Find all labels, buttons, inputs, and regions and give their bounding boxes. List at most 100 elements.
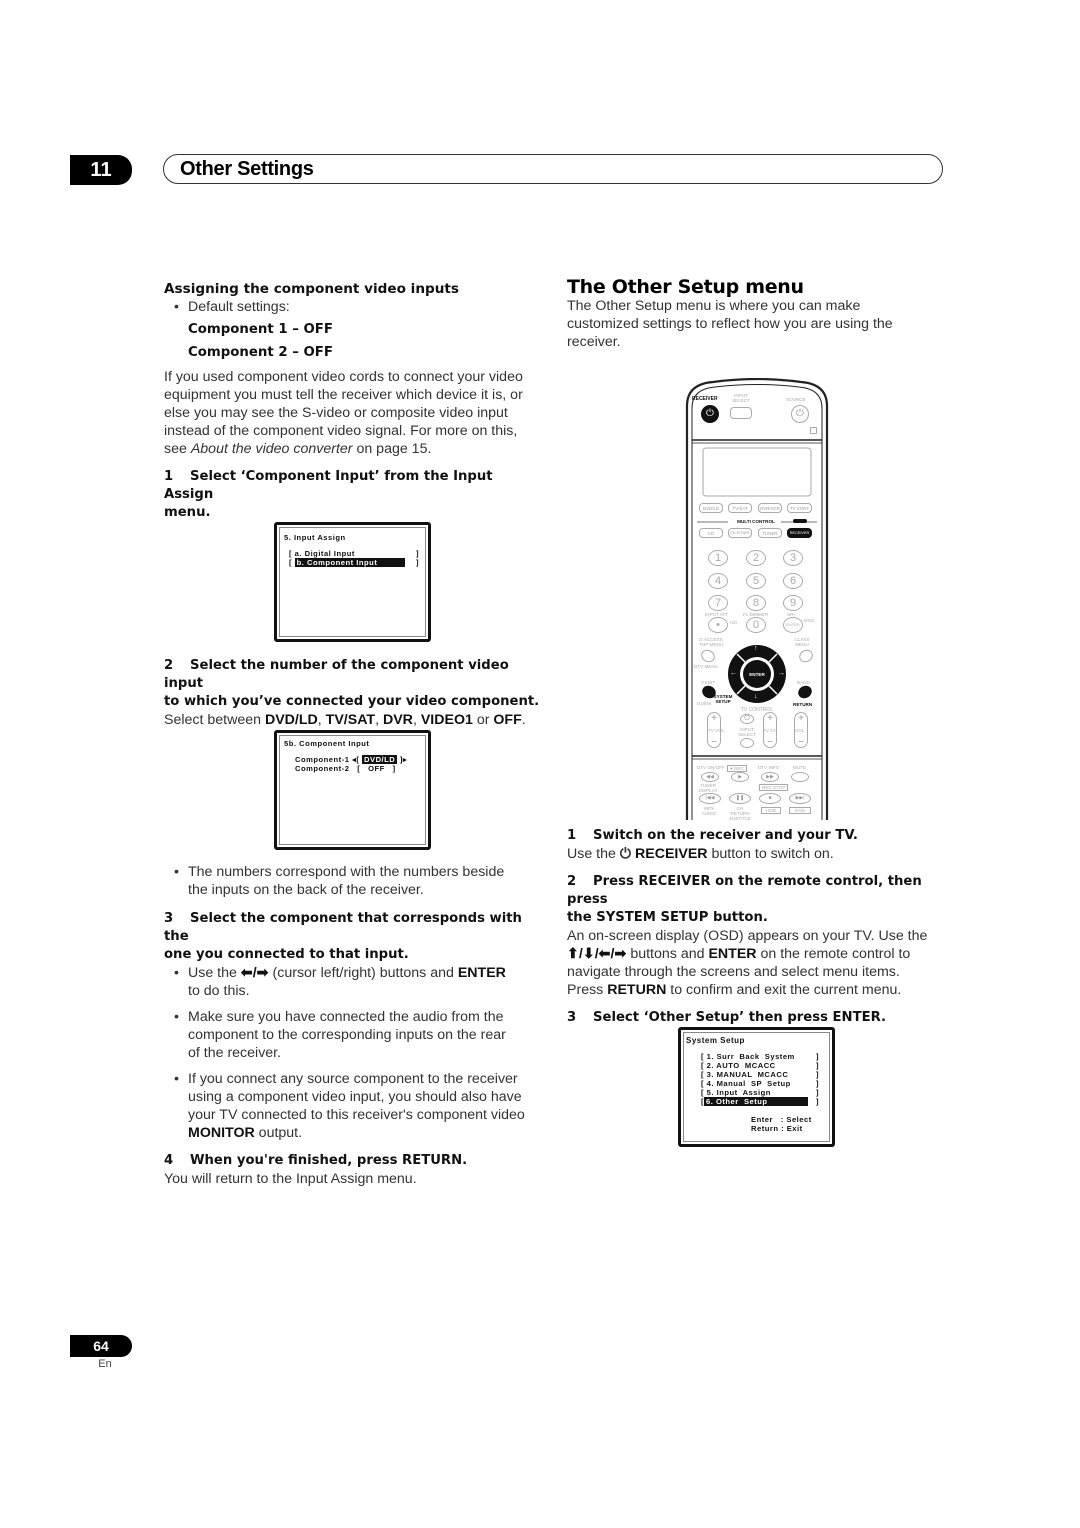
intro-line: If you used component video cords to con… [164, 369, 523, 385]
play-icon: ▶ [738, 774, 742, 780]
default-settings-bullet: Default settings: [164, 298, 544, 316]
option-dvr: DVR [382, 712, 413, 728]
step-text: Select ‘Other Setup’ then press ENTER. [593, 1010, 886, 1025]
osd-row-component-1[interactable]: Component-1 ◂[ DVD/LD ]▸ [295, 755, 407, 764]
step-3-heading: 3 Select ‘Other Setup’ then press ENTER. [567, 1009, 952, 1027]
cd-r-tape-button[interactable]: CD-R/TAPE [728, 528, 752, 538]
digit-0-button[interactable]: 0 [746, 617, 766, 633]
step-text: Select ‘Component Input’ from the Input … [164, 469, 493, 502]
digit-6-button[interactable]: 6 [783, 573, 803, 589]
band-label: BAND [797, 680, 810, 685]
source-label: SOURCE [786, 397, 806, 402]
osd-menu-item[interactable]: [ a. Digital Input] [289, 549, 419, 558]
arrow-right-icon[interactable]: ▸ [403, 755, 407, 764]
dvr-vcr-button[interactable]: DVR/VCR [758, 503, 782, 513]
source-power-button[interactable]: ⏻ [791, 405, 809, 423]
osd-menu-item[interactable]: [ 4. Manual SP Setup] [701, 1079, 819, 1088]
osd-menu-item[interactable]: [ 5. Input Assign] [701, 1088, 819, 1097]
step-1-heading: 1 Select ‘Component Input’ from the Input… [164, 468, 544, 522]
mute-label: MUTE [793, 765, 807, 770]
osd-menu-item[interactable]: [ 2. AUTO MCACC] [701, 1061, 819, 1070]
tv-sat-button[interactable]: TV/SAT [728, 503, 752, 513]
pause-button[interactable]: ❚❚ [729, 793, 751, 804]
dot-button[interactable]: • [708, 617, 728, 633]
section-heading: Assigning the component video inputs [164, 281, 460, 297]
cursor-up-icon[interactable]: ↑ [754, 645, 758, 652]
osd-item-label: 4. Manual SP Setup [706, 1079, 791, 1088]
osd-title: 5b. Component Input [284, 739, 370, 748]
osd-title: System Setup [686, 1036, 745, 1045]
step-text: one you connected to that input. [164, 947, 409, 962]
mute-button[interactable] [791, 772, 809, 782]
tv-input-select-button[interactable] [740, 738, 754, 748]
system-setup-label: SYSTEM SETUP [713, 694, 733, 704]
digit-8-button[interactable]: 8 [746, 595, 766, 611]
intro-line: instead of the component video signal. F… [164, 423, 518, 439]
osd-row-component-2[interactable]: Component-2 [ OFF ] [295, 764, 396, 773]
enter-button[interactable]: ENTER [747, 672, 767, 677]
digit-2-button[interactable]: 2 [746, 550, 766, 566]
enter-keyword: ENTER [708, 946, 757, 962]
tuner-display-label: TUNER DISPLAY [698, 783, 718, 793]
intro-see: see [164, 441, 191, 457]
next-button[interactable]: ▶▶| [789, 793, 811, 804]
osd-menu-item[interactable]: [ 1. Surr Back System] [701, 1052, 819, 1061]
arrow-left-icon[interactable]: ◂ [352, 755, 356, 764]
digit-9-button[interactable]: 9 [783, 595, 803, 611]
osd-menu-item-selected[interactable]: [ b. Component Input] [289, 558, 419, 567]
tv-input-select-label: INPUT SELECT [738, 727, 756, 737]
rewind-icon: ◀◀ [706, 774, 714, 780]
digit-5-button[interactable]: 5 [746, 573, 766, 589]
receiver-power-button[interactable]: ⏻ [701, 405, 719, 423]
hdd-label: HDD [761, 807, 781, 814]
osd-item-label: b. Component Input [294, 558, 405, 567]
input-select-button[interactable] [730, 407, 752, 419]
left-column-lower: The numbers correspond with the numbers … [164, 863, 549, 1188]
osd-system-setup: System Setup [ 1. Surr Back System] [ 2.… [678, 1027, 835, 1147]
digit-4-button[interactable]: 4 [708, 573, 728, 589]
osd-row-label: Component-2 [295, 764, 350, 773]
enter-small-button[interactable]: ENTER [783, 617, 803, 633]
cursor-left-icon[interactable]: ← [730, 670, 737, 677]
step-text: menu. [164, 505, 211, 520]
guide-label: GUIDE [697, 701, 712, 706]
sep: , [317, 712, 326, 728]
step-number: 3 [567, 1010, 577, 1025]
sep: , [412, 712, 421, 728]
section-title: The Other Setup menu [567, 276, 804, 298]
tv-cont-button[interactable]: TV CONT [787, 503, 812, 513]
bullet-line: component to the corresponding inputs on… [188, 1027, 506, 1043]
step-2-heading: 2 Press RECEIVER on the remote control, t… [567, 873, 952, 927]
receiver-mode-button[interactable]: RECEIVER [787, 528, 812, 538]
digit-7-button[interactable]: 7 [708, 595, 728, 611]
body-line: An on-screen display (OSD) appears on yo… [567, 928, 928, 944]
cursor-right-icon[interactable]: → [778, 670, 785, 677]
play-button[interactable]: ▶ [731, 772, 749, 782]
right-column-steps: 1 Switch on the receiver and your TV. Use… [567, 827, 952, 1027]
osd-item-label: 6. Other Setup [704, 1097, 809, 1106]
cross-reference-link[interactable]: About the video converter [191, 441, 353, 457]
mpx-audio-label: MPX AUDIO [701, 806, 717, 816]
tv-power-button[interactable]: ⏻ [740, 714, 754, 724]
rec-stop-label: REC STOP [759, 784, 789, 791]
step-text: the SYSTEM SETUP button. [567, 910, 768, 925]
tuner-button[interactable]: TUNER [758, 528, 782, 538]
digit-3-button[interactable]: 3 [783, 550, 803, 566]
osd-menu-item-selected[interactable]: [6. Other Setup] [701, 1097, 819, 1106]
step-2-body: An on-screen display (OSD) appears on yo… [567, 927, 952, 999]
dvd-ld-button[interactable]: DVD/LD [699, 503, 723, 513]
tv-ch-label: TV CH [763, 728, 777, 733]
previous-button[interactable]: |◀◀ [699, 793, 721, 804]
body-text: Press [567, 982, 608, 998]
digit-1-button[interactable]: 1 [708, 550, 728, 566]
stop-button[interactable]: ■ [759, 793, 781, 804]
rewind-button[interactable]: ◀◀ [701, 772, 719, 782]
vol-label: VOL [795, 728, 805, 733]
cursor-down-icon[interactable]: ↓ [754, 693, 758, 700]
step-number: 2 [164, 658, 174, 673]
fast-forward-button[interactable]: ▶▶ [761, 772, 779, 782]
body-line: ⬆/⬇/⬅/➡ buttons and ENTER on the remote … [567, 945, 952, 963]
cd-button[interactable]: CD [699, 528, 723, 538]
step-text: When you're finished, press RETURN. [190, 1153, 468, 1168]
osd-menu-item[interactable]: [ 3. MANUAL MCACC] [701, 1070, 819, 1079]
